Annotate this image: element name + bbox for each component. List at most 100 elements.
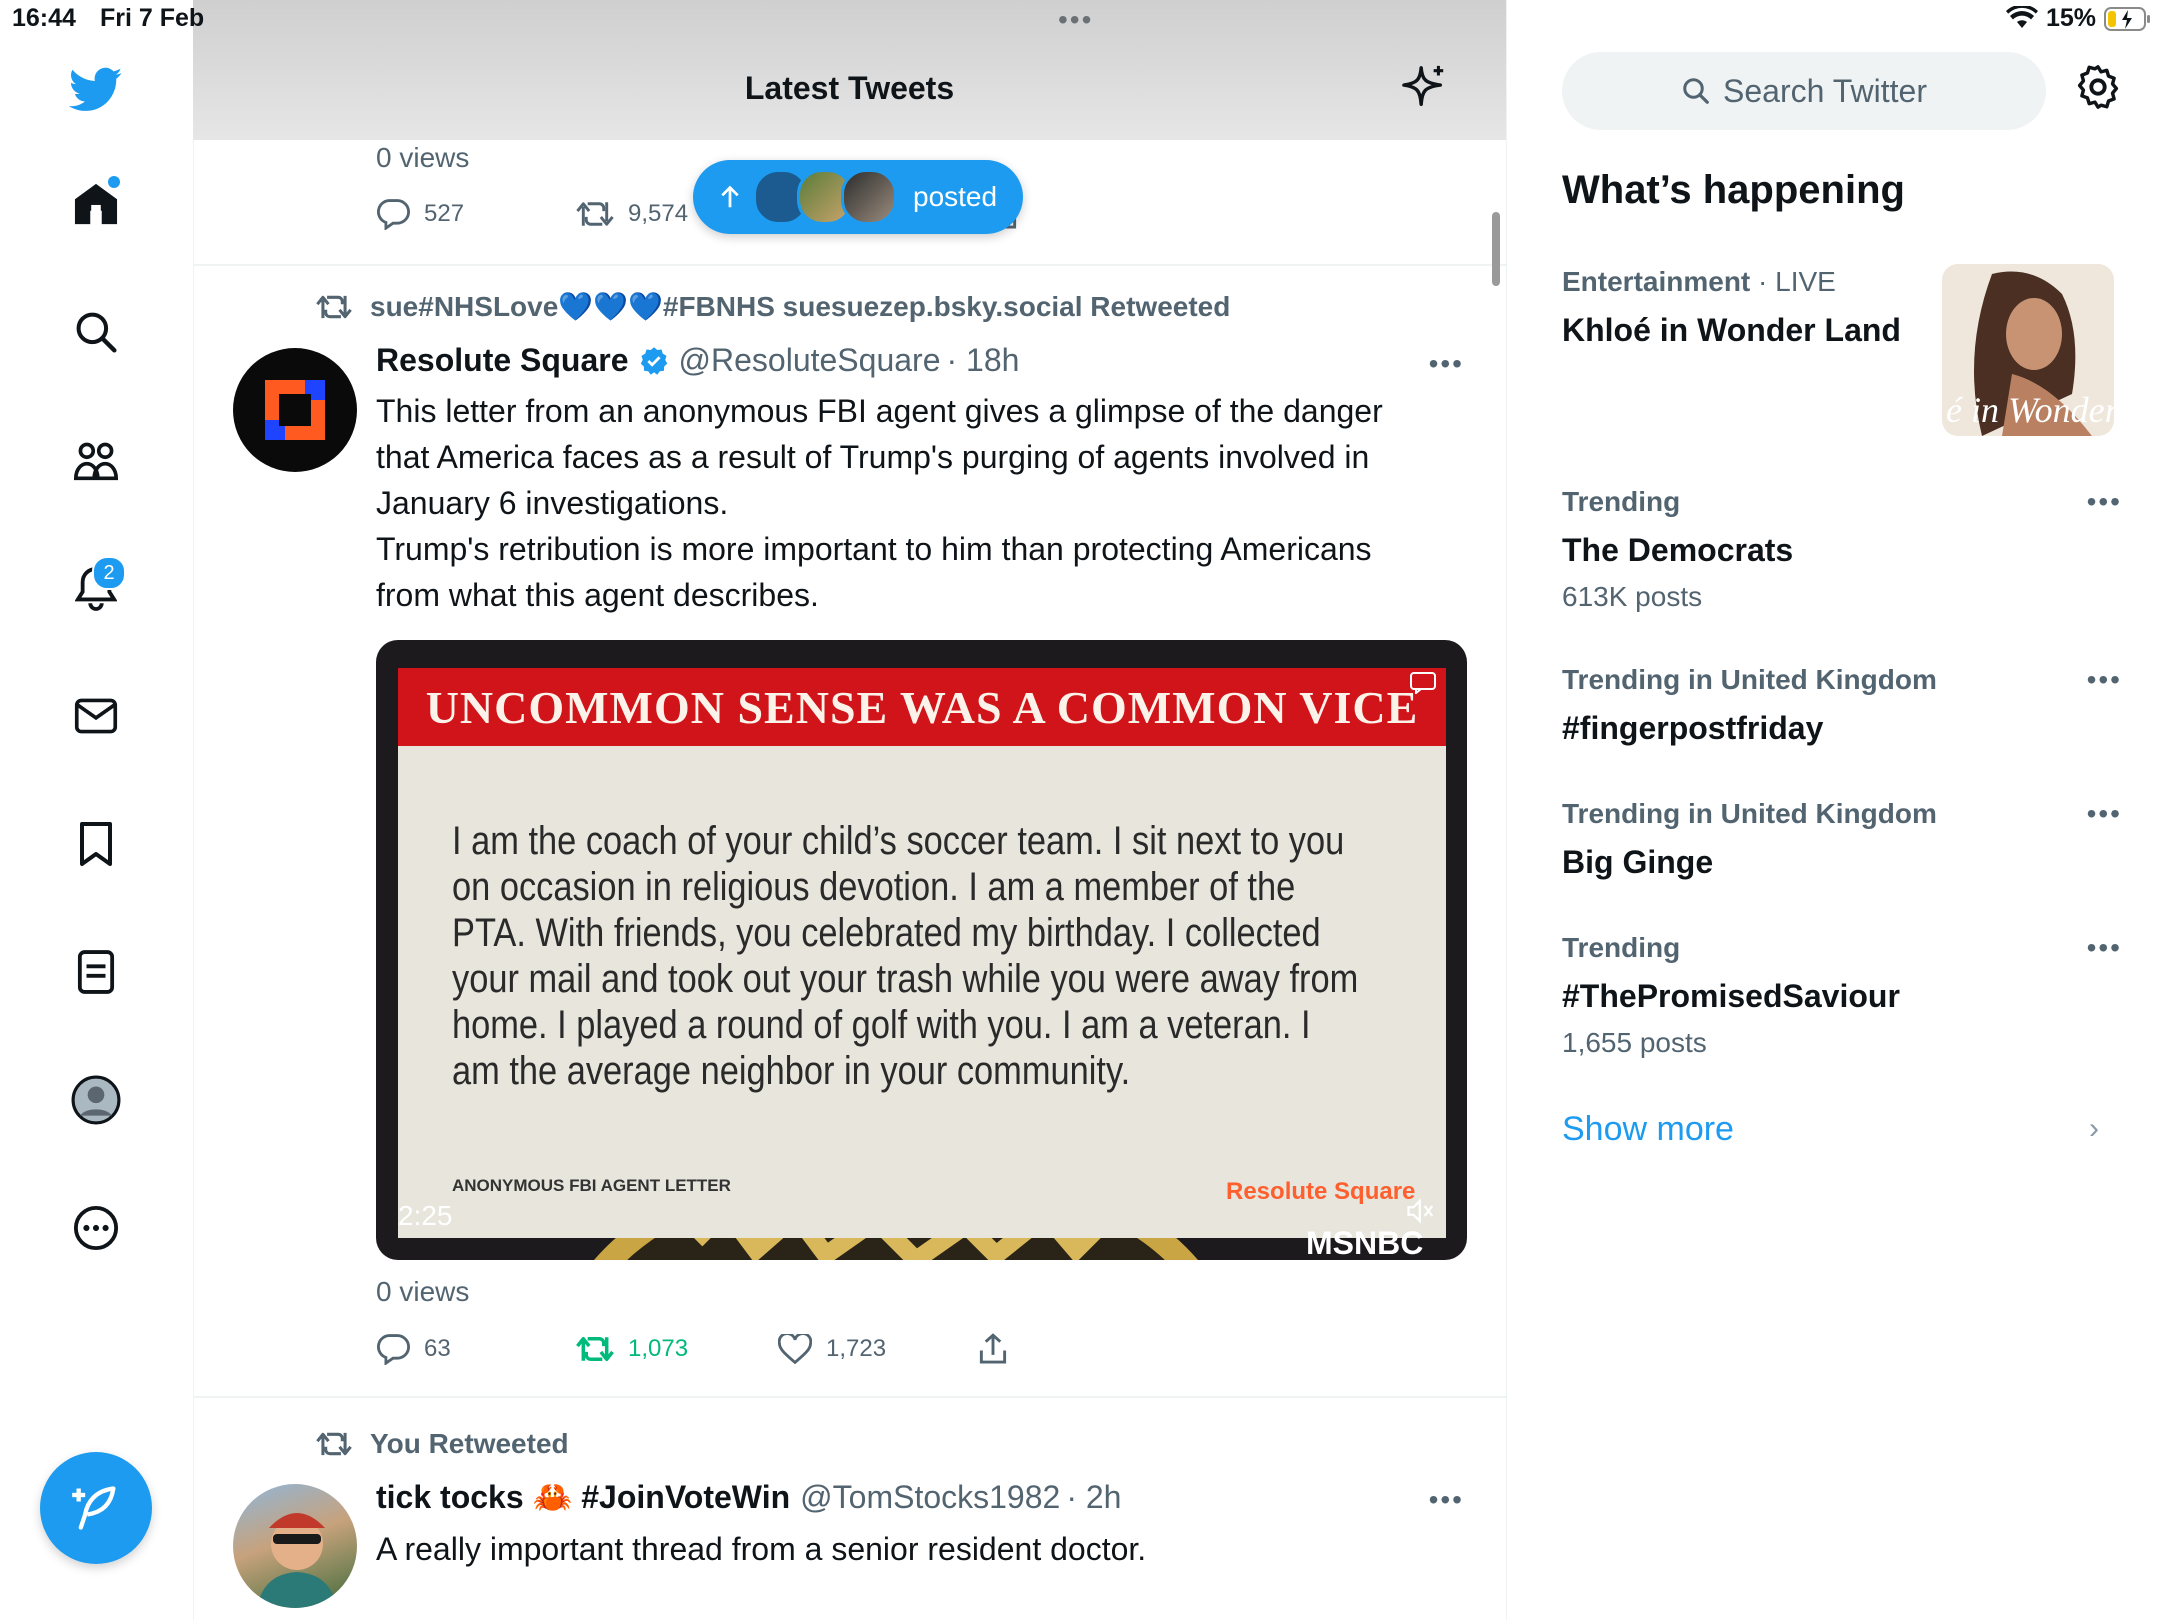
status-bar: 16:44 Fri 7 Feb ••• 15% — [0, 0, 2160, 40]
retweet-context: You Retweeted — [316, 1428, 569, 1460]
view-count: 0 views — [376, 142, 470, 173]
trend-thumbnail[interactable]: é in Wonder L — [1942, 264, 2114, 436]
heart-icon — [778, 1334, 812, 1364]
search-placeholder: Search Twitter — [1723, 72, 1927, 109]
letter-line: home. I played a round of golf with you.… — [452, 1003, 1311, 1047]
trend-live-label: · LIVE — [1758, 266, 1836, 297]
retweeted-by-label: sue#NHSLove💙💙💙#FBNHS suesuezep.bsky.soci… — [370, 291, 1231, 322]
avatar[interactable] — [233, 1484, 357, 1608]
battery-icon — [2104, 6, 2152, 32]
verified-badge-icon — [640, 346, 667, 375]
tweet-time: · 18h — [946, 342, 1020, 378]
pill-avatars — [753, 169, 897, 225]
reply-button[interactable]: 527 — [376, 198, 576, 230]
trend-item[interactable]: Trending in United Kingdom #fingerpostfr… — [1562, 664, 2122, 747]
pill-label: posted — [913, 181, 998, 212]
trend-category: Entertainment — [1562, 266, 1751, 297]
communities-icon[interactable] — [50, 414, 142, 506]
tweet-more-icon[interactable]: ••• — [1429, 348, 1464, 380]
multitasking-dots-icon[interactable]: ••• — [1058, 4, 1093, 36]
tweet-more-icon[interactable]: ••• — [1429, 1484, 1464, 1516]
trend-name: #ThePromisedSaviour — [1562, 978, 1900, 1014]
mute-icon[interactable] — [1406, 1198, 1436, 1224]
letter-card: UNCOMMON SENSE WAS A COMMON VICE I am th… — [398, 668, 1446, 1238]
sparkle-icon[interactable] — [1402, 64, 1448, 110]
avatar[interactable] — [233, 348, 357, 472]
tweet-text: This letter from an anonymous FBI agent … — [376, 388, 1456, 618]
video-brand-watermark: Resolute Square — [1226, 1178, 1416, 1205]
right-sidebar: Search Twitter What’s happening Entertai… — [1507, 0, 2160, 1620]
notifications-bell-icon[interactable]: 2 — [50, 542, 142, 634]
trend-more-icon[interactable]: ••• — [2087, 798, 2122, 830]
share-button[interactable] — [978, 1333, 1008, 1365]
settings-gear-icon[interactable] — [2075, 64, 2121, 110]
trend-more-icon[interactable]: ••• — [2087, 664, 2122, 696]
search-input[interactable]: Search Twitter — [1562, 52, 2046, 130]
like-button[interactable]: 1,723 — [778, 1334, 978, 1364]
tweet-text-line: Trump's retribution is more important to… — [376, 531, 1372, 567]
retweet-context: sue#NHSLove💙💙💙#FBNHS suesuezep.bsky.soci… — [316, 290, 1230, 323]
profile-avatar-icon[interactable] — [50, 1054, 142, 1146]
home-icon[interactable] — [50, 158, 142, 250]
trend-more-icon[interactable]: ••• — [2087, 486, 2122, 518]
search-icon[interactable] — [50, 286, 142, 378]
share-icon — [979, 1333, 1007, 1364]
retweet-button[interactable]: 1,073 — [576, 1334, 778, 1364]
video-duration: 2:25 — [398, 1200, 453, 1231]
retweet-count: 9,574 — [628, 200, 689, 227]
tweet-video[interactable]: UNCOMMON SENSE WAS A COMMON VICE I am th… — [376, 640, 1467, 1260]
compose-tweet-button[interactable] — [40, 1452, 152, 1564]
letter-source: ANONYMOUS FBI AGENT LETTER — [452, 1176, 731, 1195]
tweet-header: Resolute Square @ResoluteSquare · 18h — [376, 342, 1019, 379]
retweet-icon — [576, 1337, 614, 1361]
author-handle[interactable]: @ResoluteSquare — [679, 342, 941, 379]
compose-feather-icon — [72, 1486, 116, 1530]
reply-icon — [377, 199, 410, 230]
letter-headline: UNCOMMON SENSE WAS A COMMON VICE — [398, 668, 1446, 746]
user-photo — [257, 1513, 337, 1608]
trend-post-count: 1,655 posts — [1562, 1027, 1707, 1058]
trend-item[interactable]: Trending The Democrats 613K posts ••• — [1562, 486, 2122, 613]
caption-icon[interactable] — [1410, 672, 1436, 694]
main-timeline: Latest Tweets 0 views 527 9,574 posted s… — [193, 0, 1507, 1620]
chevron-right-icon: › — [2089, 1112, 2099, 1145]
tweet[interactable]: sue#NHSLove💙💙💙#FBNHS suesuezep.bsky.soci… — [193, 266, 1506, 1398]
trend-context: Trending — [1562, 486, 1681, 517]
tweet-text: A really important thread from a senior … — [376, 1531, 1147, 1567]
trend-name: Big Ginge — [1562, 844, 1714, 880]
tweet-text-line: from what this agent describes. — [376, 577, 819, 613]
tweet-text-line: This letter from an anonymous FBI agent … — [376, 393, 1383, 429]
wifi-icon — [2006, 6, 2038, 30]
letter-line: I am the coach of your child’s soccer te… — [452, 819, 1345, 863]
more-options-icon[interactable] — [50, 1182, 142, 1274]
new-posts-pill[interactable]: posted — [693, 160, 1024, 234]
letter-line: PTA. With friends, you celebrated my bir… — [452, 911, 1321, 955]
author-name[interactable]: tick tocks 🦀 #JoinVoteWin — [376, 1478, 790, 1516]
video-network-watermark: MSNBC — [1306, 1225, 1424, 1260]
bookmarks-icon[interactable] — [50, 798, 142, 890]
trend-context: Trending in United Kingdom — [1562, 664, 1937, 695]
messages-envelope-icon[interactable] — [50, 670, 142, 762]
trend-item[interactable]: Trending in United Kingdom Big Ginge ••• — [1562, 798, 2122, 881]
retweet-button[interactable]: 9,574 — [576, 199, 688, 229]
twitter-logo-icon[interactable] — [50, 44, 142, 136]
page-title: Latest Tweets — [744, 70, 955, 106]
lists-icon[interactable] — [50, 926, 142, 1018]
trend-photo: é in Wonder L — [1942, 264, 2114, 436]
author-name[interactable]: Resolute Square — [376, 342, 629, 379]
trend-item[interactable]: Trending #ThePromisedSaviour 1,655 posts… — [1562, 932, 2122, 1059]
like-count: 1,723 — [826, 1335, 887, 1362]
tweet[interactable]: You Retweeted tick tocks 🦀 #JoinVoteWin … — [193, 1398, 1506, 1620]
show-more-link[interactable]: Show more — [1562, 1110, 1734, 1149]
tweet-text-line: that America faces as a result of Trump'… — [376, 439, 1370, 475]
trend-more-icon[interactable]: ••• — [2087, 932, 2122, 964]
notification-badge: 2 — [92, 556, 126, 590]
left-navigation: 2 — [0, 0, 194, 1620]
trend-name: The Democrats — [1562, 532, 1794, 568]
status-date: Fri 7 Feb — [100, 4, 205, 32]
author-handle[interactable]: @TomStocks1982 — [800, 1479, 1060, 1516]
home-unread-dot — [108, 176, 120, 188]
reply-button[interactable]: 63 — [376, 1333, 576, 1365]
retweet-icon — [316, 295, 352, 318]
status-time: 16:44 — [12, 4, 76, 32]
